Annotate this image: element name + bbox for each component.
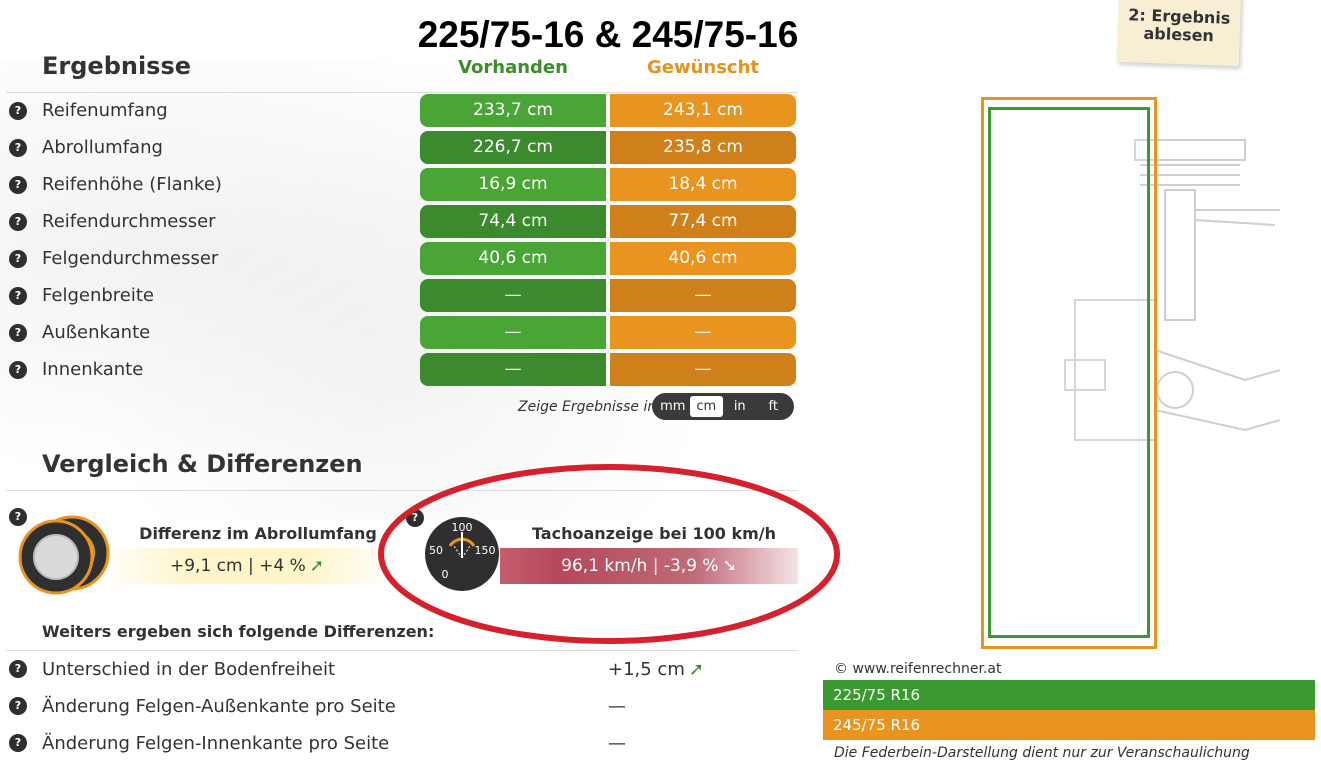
difference-label: Änderung Felgen-Innenkante pro Seite: [42, 733, 390, 754]
desired-value: 40,6 cm: [610, 242, 796, 275]
row-label: Reifendurchmesser: [42, 211, 216, 232]
row-label: Reifenumfang: [42, 100, 168, 121]
desired-value: 235,8 cm: [610, 131, 796, 164]
table-row: ? Reifenhöhe (Flanke) 16,9 cm 18,4 cm: [0, 168, 800, 205]
arrow-up-icon: ➚: [688, 659, 704, 680]
help-icon[interactable]: ?: [9, 361, 27, 379]
row-label: Felgendurchmesser: [42, 248, 219, 269]
existing-value: —: [420, 279, 606, 312]
help-icon[interactable]: ?: [9, 102, 27, 120]
existing-value: —: [420, 353, 606, 386]
gauge-label-top: 100: [452, 521, 473, 534]
rolling-circumference-diff-title: Differenz im Abrollumfang: [139, 524, 377, 543]
speedometer-reading-value: 96,1 km/h | -3,9 %: [561, 556, 719, 576]
further-differences-list: ? Unterschied in der Bodenfreiheit +1,5 …: [0, 654, 800, 765]
difference-label: Unterschied in der Bodenfreiheit: [42, 659, 336, 680]
help-icon[interactable]: ?: [9, 660, 27, 678]
list-item: ? Änderung Felgen-Innenkante pro Seite —: [0, 728, 800, 765]
difference-value: +1,5 cm ➚: [608, 659, 704, 680]
further-differences-heading: Weiters ergeben sich folgende Differenze…: [42, 622, 435, 641]
row-label: Abrollumfang: [42, 137, 163, 158]
gauge-label-left: 50: [429, 544, 443, 557]
help-icon[interactable]: ?: [9, 287, 27, 305]
row-label: Felgenbreite: [42, 285, 154, 306]
column-header-existing: Vorhanden: [458, 57, 568, 78]
gauge-label-right: 150: [475, 544, 496, 557]
help-icon[interactable]: ?: [9, 697, 27, 715]
unit-option-mm[interactable]: mm: [656, 396, 690, 417]
desired-value: —: [610, 353, 796, 386]
help-icon[interactable]: ?: [9, 176, 27, 194]
help-icon[interactable]: ?: [406, 509, 424, 527]
table-row: ? Abrollumfang 226,7 cm 235,8 cm: [0, 131, 800, 168]
list-item: ? Änderung Felgen-Außenkante pro Seite —: [0, 691, 800, 728]
existing-value: 233,7 cm: [420, 94, 606, 127]
help-icon[interactable]: ?: [9, 213, 27, 231]
speedometer-reading: 96,1 km/h | -3,9 % ➘: [500, 548, 798, 584]
legend-existing: 225/75 R16: [823, 680, 1315, 710]
table-row: ? Innenkante — —: [0, 353, 800, 390]
table-row: ? Felgendurchmesser 40,6 cm 40,6 cm: [0, 242, 800, 279]
existing-tire-outline: [988, 107, 1150, 638]
rolling-circumference-diff: +9,1 cm | +4 % ➚: [110, 548, 384, 584]
arrow-up-icon: ➚: [309, 556, 324, 576]
desired-value: —: [610, 316, 796, 349]
illustration-footnote: Die Federbein-Darstellung dient nur zur …: [834, 745, 1250, 761]
difference-value: —: [608, 696, 626, 717]
existing-value: 74,4 cm: [420, 205, 606, 238]
row-label: Innenkante: [42, 359, 144, 380]
column-header-desired: Gewünscht: [646, 57, 760, 78]
table-row: ? Felgenbreite — —: [0, 279, 800, 316]
sticky-note: 2: Ergebnis ablesen: [1116, 0, 1242, 67]
arrow-down-icon: ➘: [722, 556, 737, 576]
tire-comparison-icon: [18, 515, 110, 595]
help-icon[interactable]: ?: [9, 734, 27, 752]
help-icon[interactable]: ?: [9, 139, 27, 157]
divider: [6, 490, 798, 491]
unit-option-ft[interactable]: ft: [757, 396, 791, 417]
desired-value: 18,4 cm: [610, 168, 796, 201]
speedometer-icon: 100 50 150 0: [425, 517, 499, 591]
divider: [6, 650, 798, 651]
table-row: ? Außenkante — —: [0, 316, 800, 353]
table-row: ? Reifendurchmesser 74,4 cm 77,4 cm: [0, 205, 800, 242]
difference-value: —: [608, 733, 626, 754]
difference-label: Änderung Felgen-Außenkante pro Seite: [42, 696, 396, 717]
copyright-text: © www.reifenrechner.at: [834, 661, 1002, 677]
page-title: 225/75-16 & 245/75-16: [417, 14, 799, 55]
existing-value: 16,9 cm: [420, 168, 606, 201]
speedometer-reading-title: Tachoanzeige bei 100 km/h: [531, 524, 777, 543]
desired-value: —: [610, 279, 796, 312]
row-label: Außenkante: [42, 322, 151, 343]
existing-value: —: [420, 316, 606, 349]
desired-value: 77,4 cm: [610, 205, 796, 238]
unit-option-in[interactable]: in: [723, 396, 757, 417]
gauge-label-bottom: 0: [442, 568, 449, 581]
row-label: Reifenhöhe (Flanke): [42, 174, 222, 195]
help-icon[interactable]: ?: [9, 324, 27, 342]
results-heading: Ergebnisse: [42, 52, 192, 80]
unit-option-cm[interactable]: cm: [689, 396, 723, 417]
legend-desired: 245/75 R16: [823, 710, 1315, 740]
table-row: ? Reifenumfang 233,7 cm 243,1 cm: [0, 94, 800, 131]
existing-value: 226,7 cm: [420, 131, 606, 164]
existing-value: 40,6 cm: [420, 242, 606, 275]
list-item: ? Unterschied in der Bodenfreiheit +1,5 …: [0, 654, 800, 691]
desired-value: 243,1 cm: [610, 94, 796, 127]
unit-selector: mm cm in ft: [652, 393, 794, 420]
divider: [6, 92, 798, 93]
rolling-circumference-diff-value: +9,1 cm | +4 %: [170, 556, 306, 576]
results-table: ? Reifenumfang 233,7 cm 243,1 cm ? Abrol…: [0, 94, 800, 390]
comparison-heading: Vergleich & Differenzen: [42, 450, 363, 478]
unit-selector-label: Zeige Ergebnisse in: [518, 399, 657, 415]
help-icon[interactable]: ?: [9, 250, 27, 268]
